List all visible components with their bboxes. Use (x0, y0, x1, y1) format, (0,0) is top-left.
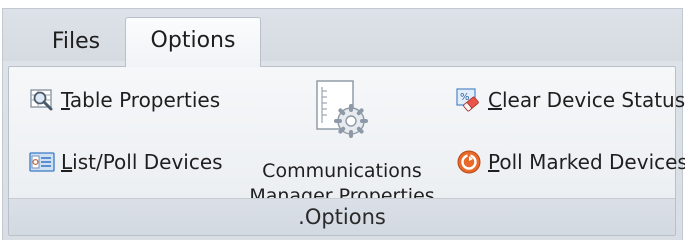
tab-files[interactable]: Files (27, 22, 125, 60)
group-title: .Options (9, 198, 675, 235)
device-list-icon (29, 149, 55, 175)
list-poll-devices-button[interactable]: List/Poll Devices (29, 149, 223, 175)
eraser-icon: % (456, 87, 482, 113)
communications-manager-properties-button[interactable]: Communications Manager Properties (242, 79, 442, 209)
ribbon-panel: Table Properties List/Poll Devices Commu… (8, 66, 685, 236)
ribbon-frame: Files Options Table Properties List/Poll… (2, 8, 685, 240)
tab-options[interactable]: Options (125, 17, 261, 67)
tab-strip: Files Options (3, 9, 682, 67)
magnifier-table-icon (29, 87, 55, 113)
poll-orange-icon (456, 149, 482, 175)
table-properties-button[interactable]: Table Properties (29, 87, 220, 113)
poll-marked-devices-button[interactable]: Poll Marked Devices (456, 149, 685, 175)
comm-manager-label-line1: Communications (262, 160, 422, 182)
clear-device-status-button[interactable]: % Clear Device Status (456, 87, 685, 113)
document-gear-icon (313, 79, 371, 141)
